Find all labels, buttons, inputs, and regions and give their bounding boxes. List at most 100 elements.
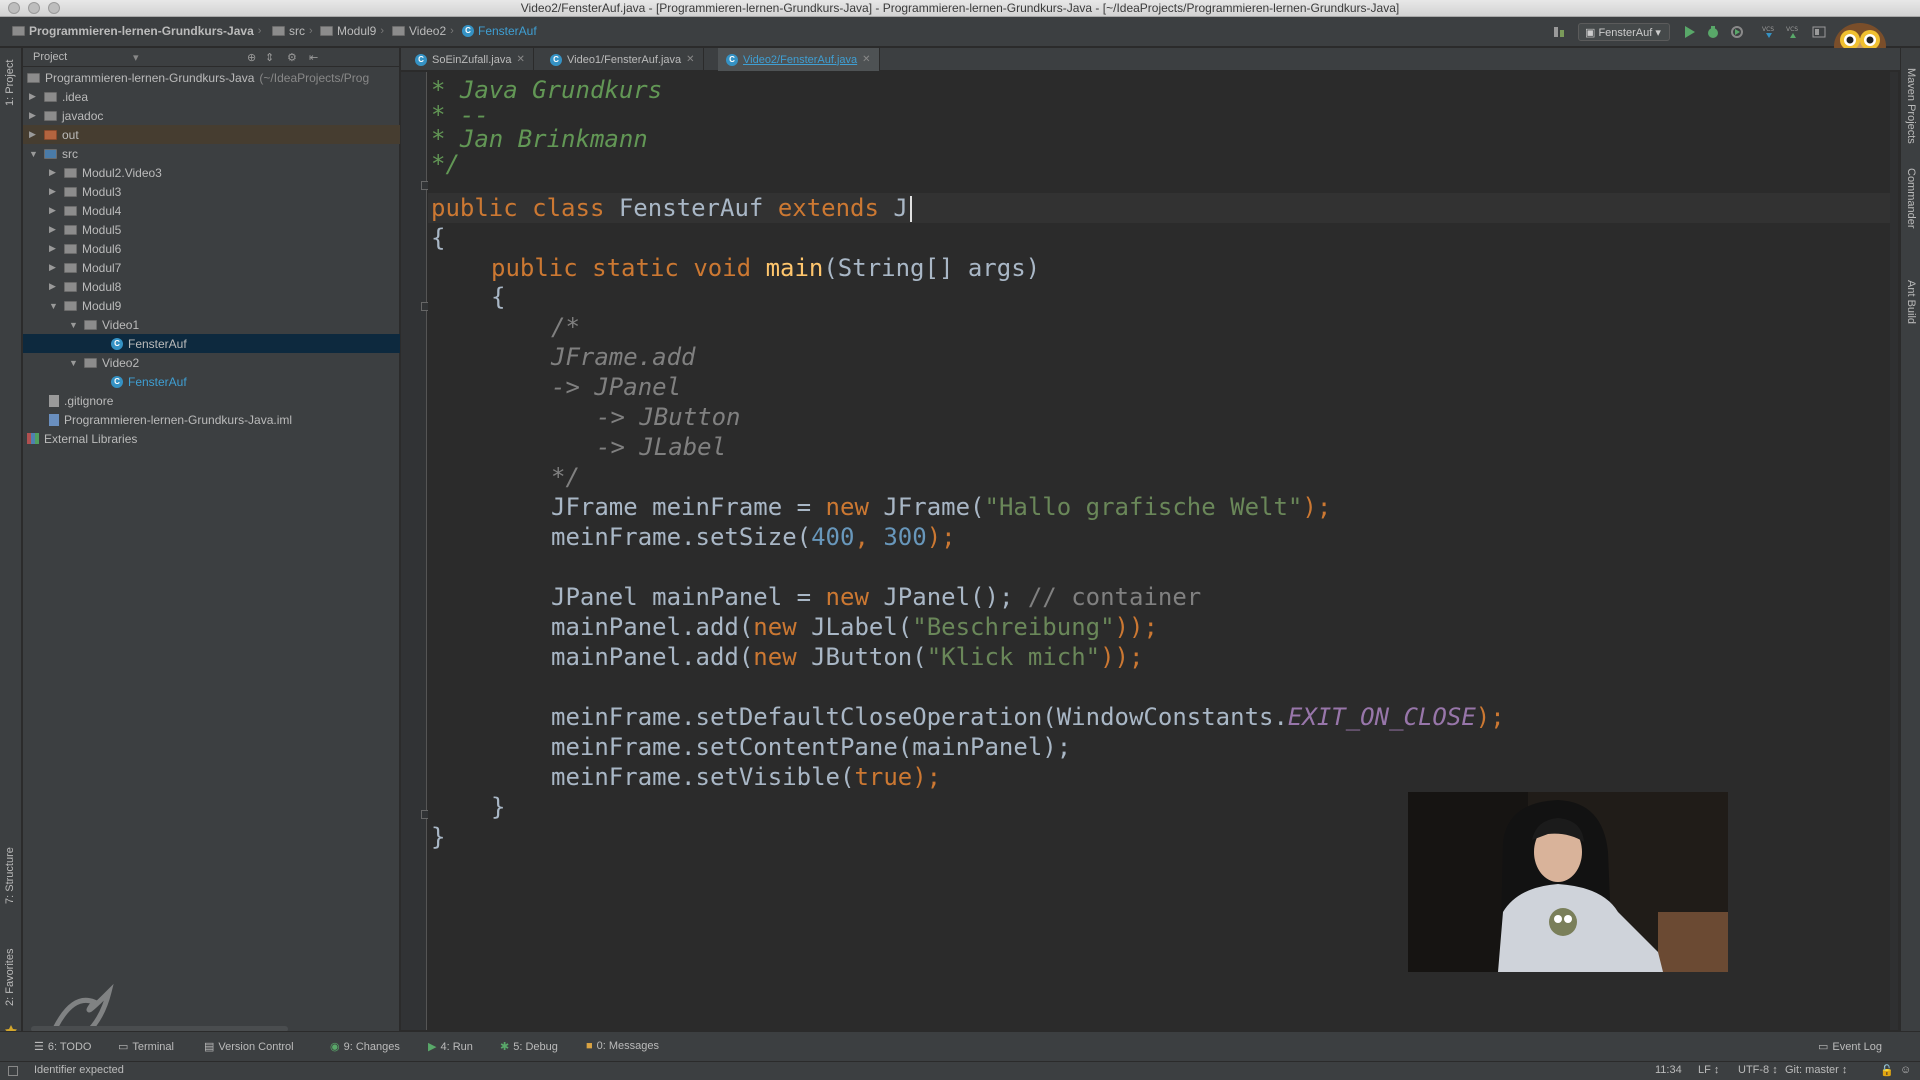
event-log-tool-button[interactable]: ▭ Event Log [1818,1040,1882,1054]
structure-tool-button[interactable]: 7: Structure [4,847,16,904]
vcs-update-project-icon[interactable]: VCS [1762,25,1776,39]
git-branch[interactable]: Git: master ↕ [1785,1064,1847,1076]
chevron-right-icon[interactable]: ▶ [29,129,39,140]
coverage-icon[interactable] [1730,25,1744,39]
tree-item-modul4[interactable]: ▶ Modul4 [23,201,400,220]
code-line-frame: JFrame meinFrame = new JFrame("Hallo gra… [551,493,1332,521]
close-tab-icon[interactable]: ✕ [517,54,525,65]
chevron-right-icon[interactable]: ▶ [49,224,59,235]
vcs-update-icon[interactable] [1552,25,1566,39]
tree-item-video1-fensterauf[interactable]: C FensterAuf [23,334,400,353]
tree-item-video1[interactable]: ▼ Video1 [23,315,400,334]
inspector-icon[interactable]: ☺ [1900,1064,1911,1076]
editor-tabs: C SoEinZufall.java ✕ C Video1/FensterAuf.ja… [401,48,1900,71]
class-icon: C [726,53,738,66]
tree-item-modul6[interactable]: ▶ Modul6 [23,239,400,258]
messages-tool-button[interactable]: ■ 0: Messages [586,1040,659,1052]
chevron-right-icon[interactable]: ▶ [49,205,59,216]
terminal-tool-button[interactable]: ▭ Terminal [118,1040,174,1054]
tree-item-modul5[interactable]: ▶ Modul5 [23,220,400,239]
package-icon [64,262,77,273]
tree-item-javadoc[interactable]: ▶ javadoc [23,106,400,125]
package-icon [64,300,77,311]
changes-tool-button[interactable]: ◉ 9: Changes [330,1040,400,1054]
favorites-tool-button[interactable]: 2: Favorites [4,949,16,1006]
breadcrumb-modul9[interactable]: Modul9 › [320,24,384,38]
version-control-tool-button[interactable]: ▤ Version Control [204,1040,294,1054]
tree-item-out[interactable]: ▶ out [23,125,400,144]
project-tool-button[interactable]: 1: Project [4,60,16,106]
tree-item-modul3[interactable]: ▶ Modul3 [23,182,400,201]
project-view-selector[interactable]: Project [33,51,67,63]
tree-item-modul7[interactable]: ▶ Modul7 [23,258,400,277]
tree-item-external-libraries[interactable]: External Libraries [23,429,400,448]
breadcrumb-project[interactable]: Programmieren-lernen-Grundkurs-Java › [12,24,261,38]
scroll-from-source-icon[interactable]: ⊕ [247,51,256,64]
commander-tool-button[interactable]: Commander [1905,168,1917,229]
code-comment: JFrame.add [551,343,696,371]
hide-panel-icon[interactable]: ⇤ [309,51,318,64]
project-structure-icon[interactable] [1812,25,1826,39]
code-line-class-decl: public class FensterAuf extends J [431,193,912,223]
tree-item-idea[interactable]: ▶ .idea [23,87,400,106]
chevron-right-icon[interactable]: ▶ [49,281,59,292]
tab-video1-fensterauf[interactable]: C Video1/FensterAuf.java ✕ [542,48,704,71]
breadcrumb-video2[interactable]: Video2 › [392,24,454,38]
tab-video2-fensterauf[interactable]: C Video2/FensterAuf.java ✕ [718,48,880,71]
vcs-commit-icon[interactable]: VCS [1786,25,1800,39]
caret-position[interactable]: 11:34 [1655,1064,1682,1076]
file-icon [49,394,59,407]
run-configuration-select[interactable]: ▣ FensterAuf ▾ [1578,23,1670,41]
lock-icon[interactable]: 🔓 [1880,1064,1894,1077]
chevron-down-icon[interactable]: ▼ [49,301,59,311]
editor-gutter[interactable] [401,72,427,1030]
presenter-video-image [1408,792,1728,972]
chevron-right-icon[interactable]: ▶ [49,243,59,254]
tree-item-iml[interactable]: Programmieren-lernen-Grundkurs-Java.iml [23,410,400,429]
line-separator[interactable]: LF ↕ [1698,1064,1719,1076]
breadcrumb-separator-icon: › [257,25,262,37]
tree-item-gitignore[interactable]: .gitignore [23,391,400,410]
breadcrumb-src[interactable]: src › [272,24,313,38]
chevron-down-icon[interactable]: ▼ [69,358,79,368]
maven-projects-tool-button[interactable]: Maven Projects [1905,68,1917,144]
chevron-right-icon[interactable]: ▶ [29,91,39,102]
chevron-right-icon[interactable]: ▶ [49,262,59,273]
file-encoding[interactable]: UTF-8 ↕ [1738,1064,1778,1076]
chevron-right-icon[interactable]: ▶ [49,186,59,197]
chevron-right-icon[interactable]: ▶ [49,167,59,178]
tree-item-modul8[interactable]: ▶ Modul8 [23,277,400,296]
project-panel-header: Project ▾ ⊕ ⇕ ⚙ ⇤ [23,48,399,67]
code-line-add-button: mainPanel.add(new JButton("Klick mich"))… [551,643,1144,671]
debug-tool-button[interactable]: ✱ 5: Debug [500,1040,558,1054]
code-comment: -> JButton [596,403,741,431]
ant-build-tool-button[interactable]: Ant Build [1905,280,1917,324]
chevron-down-icon[interactable]: ▼ [29,149,39,159]
chevron-down-icon[interactable]: ▼ [69,320,79,330]
run-icon[interactable] [1682,25,1696,39]
vertical-scrollbar[interactable] [1890,72,1898,1030]
close-tab-icon[interactable]: ✕ [862,54,870,65]
chevron-right-icon[interactable]: ▶ [29,110,39,121]
tree-item-project-root[interactable]: Programmieren-lernen-Grundkurs-Java (~/Id… [23,68,400,87]
version-control-icon: ▤ [204,1041,215,1053]
tab-soeinzufall[interactable]: C SoEinZufall.java ✕ [407,48,534,71]
event-log-icon: ▭ [1818,1041,1829,1053]
tree-item-modul2-video3[interactable]: ▶ Modul2.Video3 [23,163,400,182]
tree-item-video2-fensterauf[interactable]: C FensterAuf [23,372,400,391]
svg-text:VCS: VCS [1786,26,1798,33]
debug-icon[interactable] [1706,25,1720,39]
module-folder-icon [12,26,25,36]
tree-item-src[interactable]: ▼ src [23,144,400,163]
run-tool-button[interactable]: ▶ 4: Run [428,1040,473,1054]
chevron-down-icon[interactable]: ▾ [133,51,139,64]
code-line-close-op: meinFrame.setDefaultCloseOperation(Windo… [551,703,1505,731]
breadcrumb-fensterauf[interactable]: C FensterAuf [462,24,537,38]
tree-item-video2[interactable]: ▼ Video2 [23,353,400,372]
gear-icon[interactable]: ⚙ [287,51,297,64]
close-tab-icon[interactable]: ✕ [686,54,694,65]
todo-tool-button[interactable]: ☰ 6: TODO [34,1040,91,1054]
collapse-all-icon[interactable]: ⇕ [265,51,274,64]
tree-item-modul9[interactable]: ▼ Modul9 [23,296,400,315]
toggle-tool-windows-icon[interactable] [8,1066,18,1076]
